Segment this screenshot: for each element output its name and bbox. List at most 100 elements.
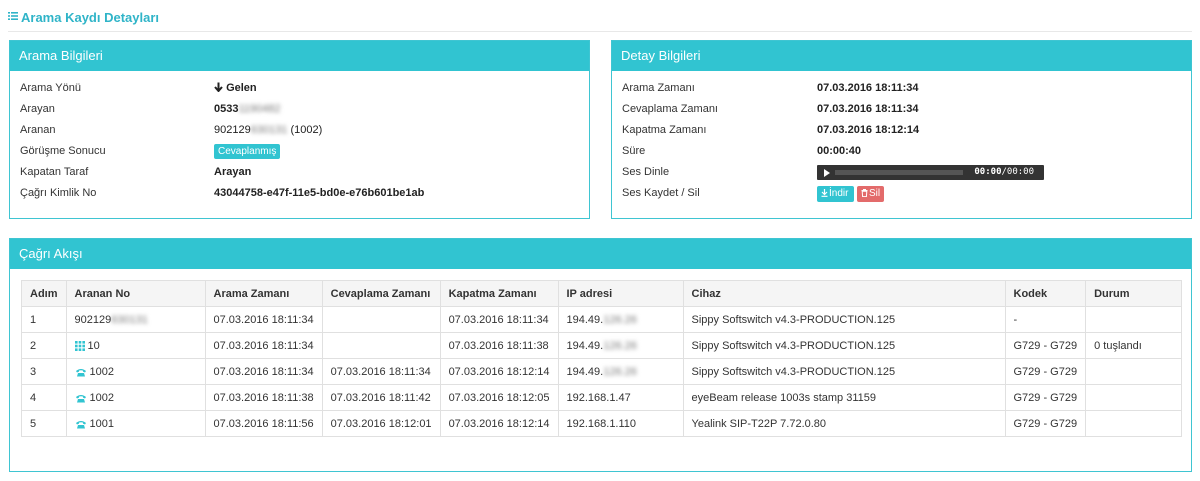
delete-label: Sil [869, 188, 881, 199]
column-header[interactable]: Cihaz [682, 280, 1006, 307]
info-label: Çağrı Kimlik No [20, 187, 97, 199]
cell-adim: 2 [21, 332, 67, 359]
table-row: 2 10 07.03.2016 18:11:34 07.03.2016 18:1… [21, 332, 1182, 359]
info-label: Arama Zamanı [622, 82, 695, 94]
ip-visible: 194.49. [566, 365, 604, 378]
cell-cevaplama-zamani [321, 306, 441, 333]
status-badge: Cevaplanmış [214, 144, 281, 159]
column-header[interactable]: Durum [1085, 280, 1182, 307]
detay-bilgileri-heading: Detay Bilgileri [612, 41, 1191, 71]
cell-durum [1085, 410, 1182, 437]
cell-kapatma-zamani: 07.03.2016 18:11:38 [439, 332, 559, 359]
info-label: Kapatma Zamanı [622, 124, 707, 136]
cell-durum [1085, 358, 1182, 385]
cell-kapatma-zamani: 07.03.2016 18:12:14 [439, 410, 559, 437]
column-header[interactable]: Cevaplama Zamanı [321, 280, 441, 307]
info-row-ses-dinle: Ses Dinle 00:00/00:00 [612, 162, 1191, 182]
page-header: Arama Kaydı Detayları [8, 8, 1192, 32]
arama-bilgileri-panel: Arama Bilgileri Arama Yönü Gelen Arayan … [9, 40, 590, 219]
download-icon [821, 189, 828, 197]
audio-time: 00:00/00:00 [974, 165, 1034, 180]
cell-aranan-no: 902129630131 [65, 306, 206, 333]
play-icon[interactable] [824, 169, 830, 177]
table-row: 4 1002 07.03.2016 18:11:38 07.03.2016 18… [21, 384, 1182, 411]
delete-button[interactable]: Sil [857, 186, 884, 202]
column-header[interactable]: Aranan No [65, 280, 206, 307]
cell-aranan-no: 1002 [65, 384, 206, 411]
arrow-down-icon [214, 82, 223, 93]
cell-cihaz: eyeBeam release 1003s stamp 31159 [682, 384, 1006, 411]
cell-aranan-no: 1001 [65, 410, 206, 437]
info-row-aranan: Aranan 902129630131 (1002) [10, 120, 589, 140]
cell-ip: 192.168.1.110 [557, 410, 684, 437]
ip-blurred: 126.26 [603, 365, 637, 378]
info-label: Görüşme Sonucu [20, 145, 106, 157]
cell-cihaz: Yealink SIP-T22P 7.72.0.80 [682, 410, 1006, 437]
detay-bilgileri-panel: Detay Bilgileri Arama Zamanı 07.03.2016 … [611, 40, 1192, 219]
number-visible: 902129 [74, 313, 112, 326]
info-value: Cevaplanmış [214, 141, 281, 161]
info-label: Cevaplama Zamanı [622, 103, 718, 115]
cell-cihaz: Sippy Softswitch v4.3-PRODUCTION.125 [682, 306, 1006, 333]
cell-adim: 1 [21, 306, 67, 333]
cell-arama-zamani: 07.03.2016 18:11:38 [204, 384, 323, 411]
info-label: Arama Yönü [20, 82, 81, 94]
info-value: Arayan [214, 166, 252, 178]
info-label: Süre [622, 145, 646, 157]
phone-icon [75, 420, 86, 428]
cell-adim: 5 [21, 410, 67, 437]
keypad-icon [74, 340, 85, 351]
audio-progress-track[interactable] [835, 170, 963, 175]
info-row-kapatma-zamani: Kapatma Zamanı 07.03.2016 18:12:14 [612, 120, 1191, 140]
info-value: 07.03.2016 18:11:34 [817, 103, 919, 115]
cell-kapatma-zamani: 07.03.2016 18:12:05 [439, 384, 559, 411]
cell-cevaplama-zamani [321, 332, 441, 359]
column-header[interactable]: Adım [21, 280, 67, 307]
direction-value: Gelen [226, 82, 257, 94]
number-visible: 10 [87, 339, 100, 352]
info-row-gorusme-sonucu: Görüşme Sonucu Cevaplanmış [10, 141, 589, 161]
ip-blurred: 126.26 [603, 339, 637, 352]
cell-cevaplama-zamani: 07.03.2016 18:11:34 [321, 358, 441, 385]
info-row-cagri-kimlik: Çağrı Kimlik No 43044758-e47f-11e5-bd0e-… [10, 183, 589, 203]
ip-visible: 194.49. [566, 313, 604, 326]
cell-arama-zamani: 07.03.2016 18:11:34 [204, 332, 323, 359]
number-visible: 1002 [89, 365, 114, 378]
cell-durum [1085, 384, 1182, 411]
column-header[interactable]: Kodek [1004, 280, 1087, 307]
ip-blurred: 126.26 [603, 313, 637, 326]
audio-player[interactable]: 00:00/00:00 [817, 165, 1044, 180]
phone-icon [75, 368, 86, 376]
column-header[interactable]: Arama Zamanı [204, 280, 323, 307]
cell-arama-zamani: 07.03.2016 18:11:34 [204, 358, 323, 385]
cell-durum: 0 tuşlandı [1085, 332, 1182, 359]
number-visible: 1001 [89, 417, 114, 430]
cell-aranan-no: 10 [65, 332, 206, 359]
info-value: 05331190482 [214, 99, 281, 119]
cell-kapatma-zamani: 07.03.2016 18:12:14 [439, 358, 559, 385]
info-label: Aranan [20, 124, 56, 136]
table-row: 3 1002 07.03.2016 18:11:34 07.03.2016 18… [21, 358, 1182, 385]
column-header[interactable]: Kapatma Zamanı [439, 280, 559, 307]
cell-kodek: G729 - G729 [1004, 332, 1087, 359]
table-header-row: Adım Aranan No Arama Zamanı Cevaplama Za… [21, 280, 1182, 307]
cell-durum [1085, 306, 1182, 333]
cell-kodek: - [1004, 306, 1087, 333]
info-value: Gelen [214, 78, 257, 98]
info-row-ses-kaydet-sil: Ses Kaydet / Sil İndir Sil [612, 183, 1191, 203]
download-button[interactable]: İndir [817, 186, 854, 202]
cell-adim: 3 [21, 358, 67, 385]
column-header[interactable]: IP adresi [557, 280, 684, 307]
cell-cihaz: Sippy Softswitch v4.3-PRODUCTION.125 [682, 332, 1006, 359]
audio-current-time: 00:00 [974, 167, 1002, 177]
info-row-kapatan-taraf: Kapatan Taraf Arayan [10, 162, 589, 182]
info-value: 07.03.2016 18:12:14 [817, 124, 920, 136]
phone-blurred: 630131 [250, 124, 288, 136]
info-label: Kapatan Taraf [20, 166, 89, 178]
info-row-arama-yonu: Arama Yönü Gelen [10, 78, 589, 98]
cell-aranan-no: 1002 [65, 358, 206, 385]
ip-visible: 192.168.1.110 [566, 417, 637, 430]
download-label: İndir [829, 188, 849, 199]
cell-kapatma-zamani: 07.03.2016 18:11:34 [439, 306, 559, 333]
cagri-akisi-heading: Çağrı Akışı [10, 239, 1191, 269]
